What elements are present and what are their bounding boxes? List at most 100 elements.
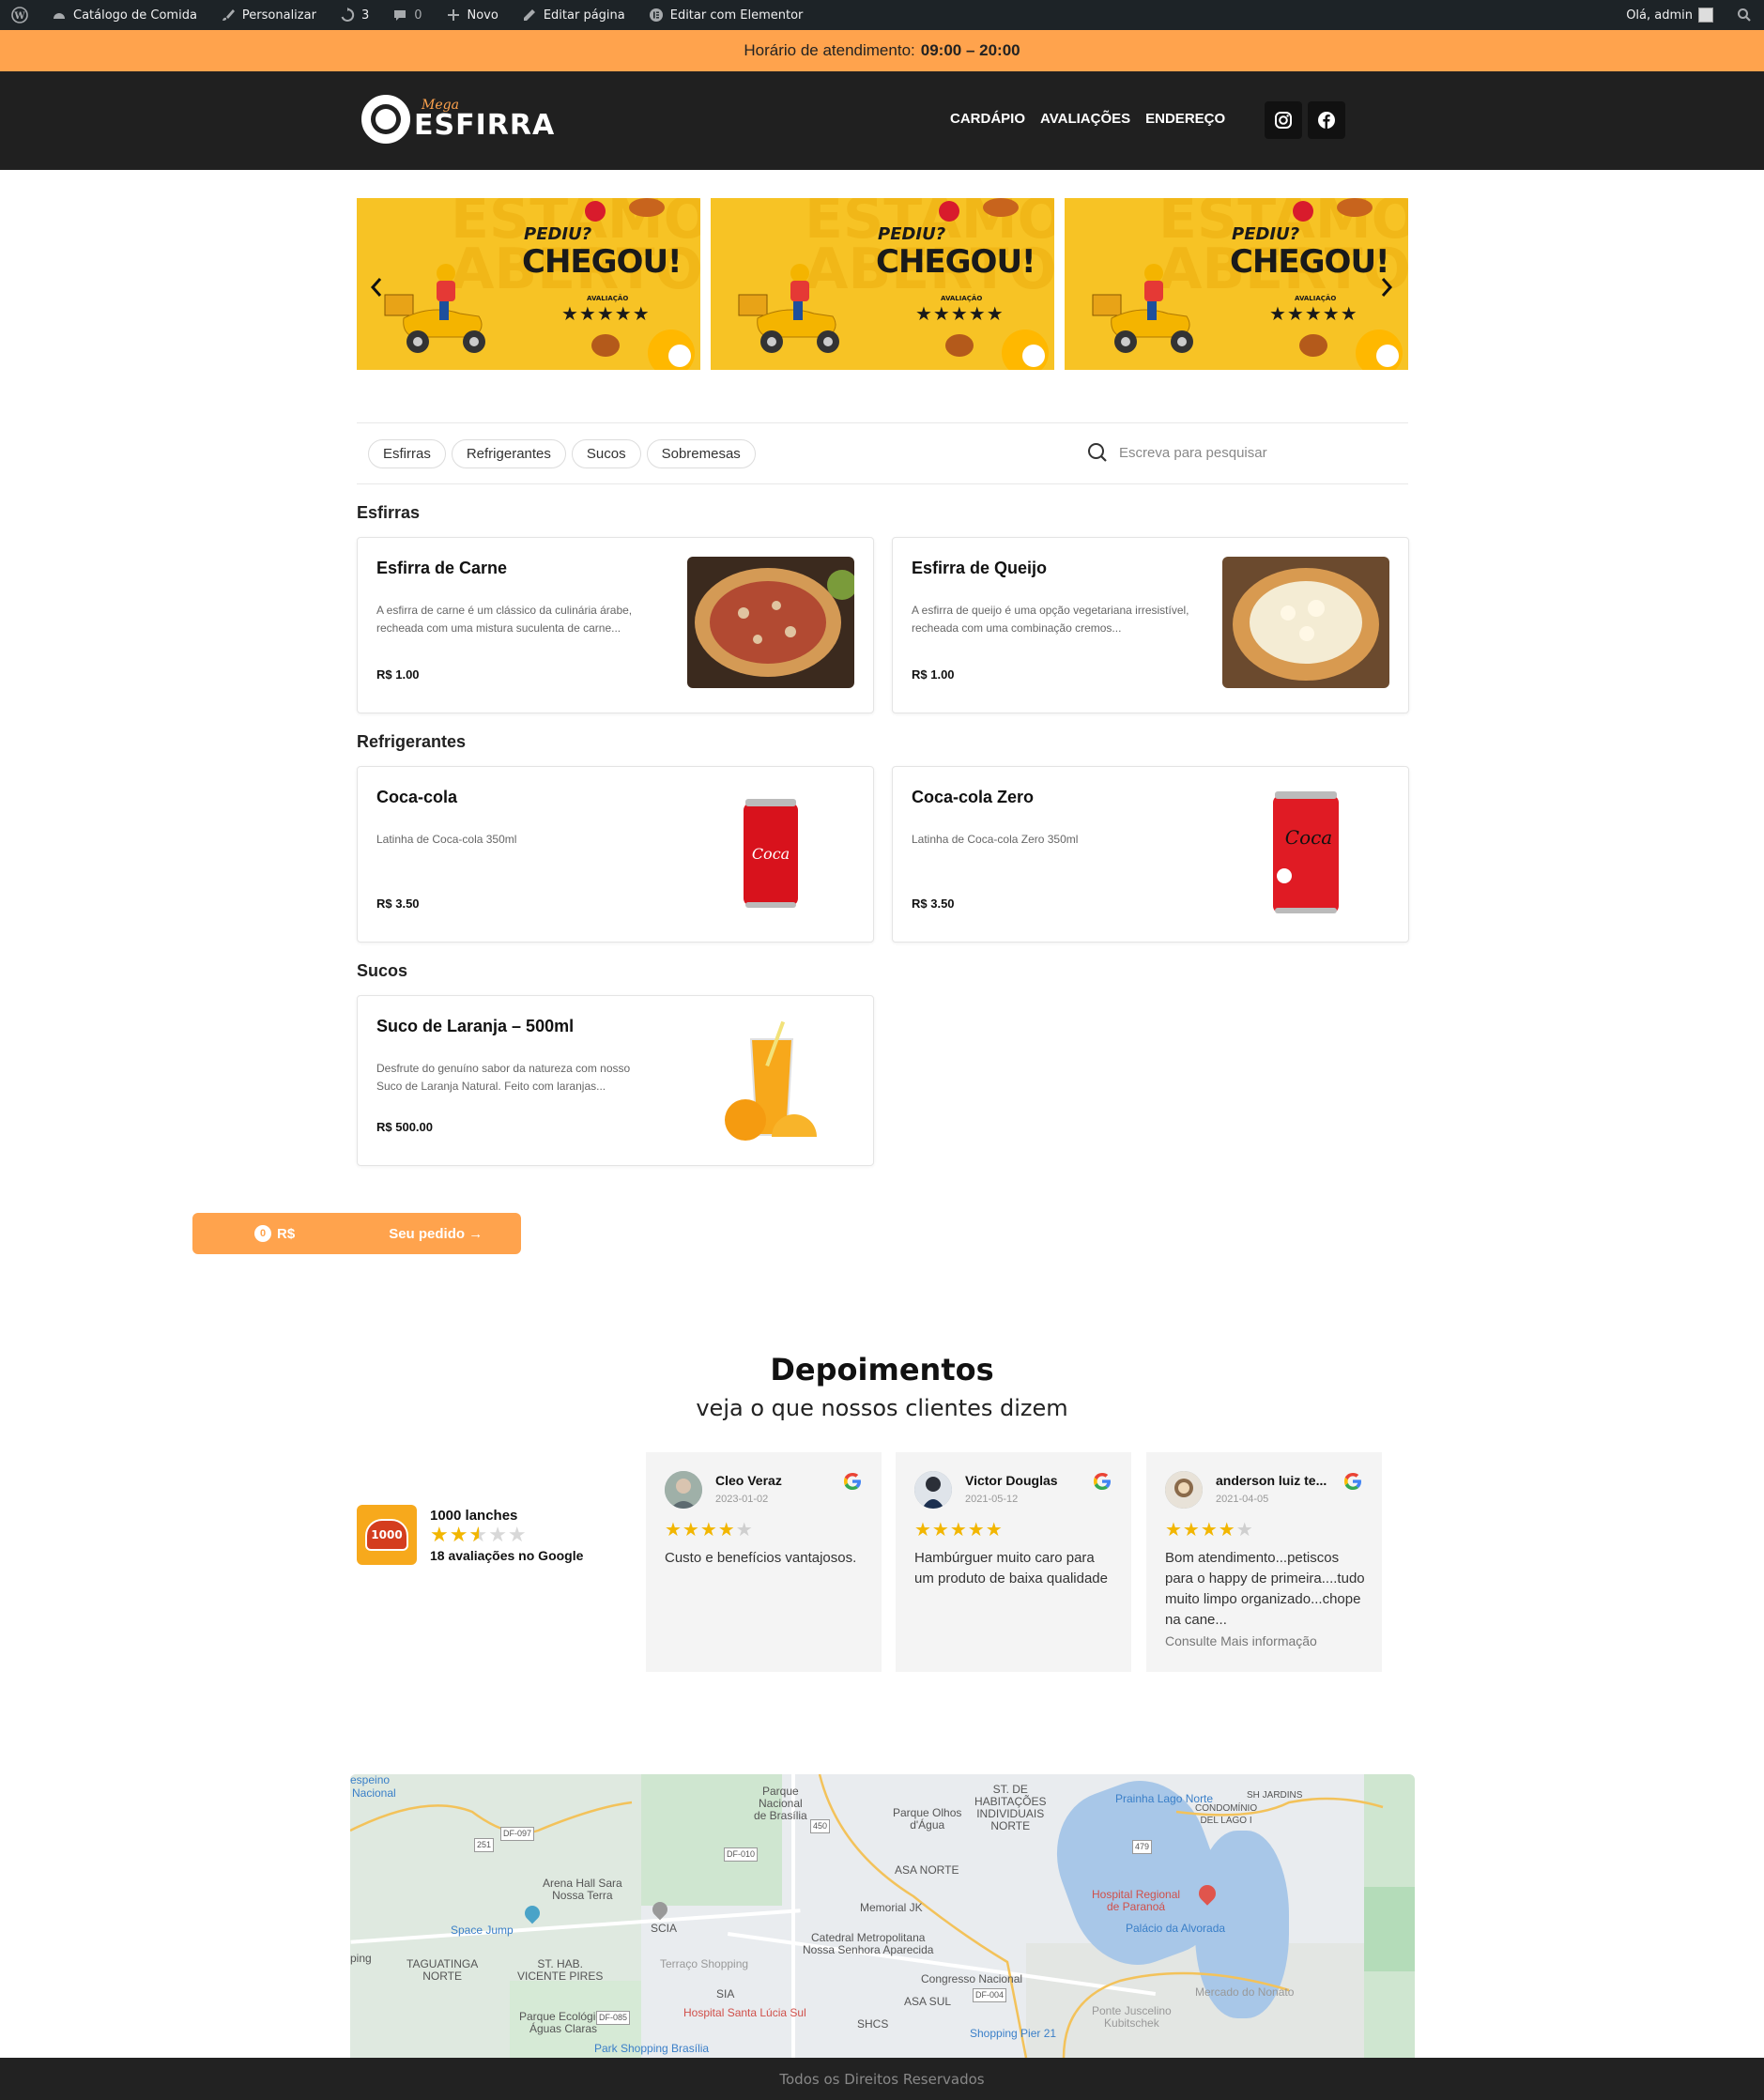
plate-graphic <box>1002 330 1049 370</box>
nav-item-endereco[interactable]: ENDEREÇO <box>1145 111 1225 127</box>
category-chip-sucos[interactable]: Sucos <box>571 438 641 468</box>
product-price: R$ 500.00 <box>376 1120 433 1134</box>
hours-label: Horário de atendimento: <box>744 41 915 59</box>
cart-button[interactable]: 0 R$ Seu pedido → <box>192 1213 521 1254</box>
review-date: 2023-01-02 <box>715 1494 769 1505</box>
product-image: Coca <box>687 786 854 917</box>
new-content-link[interactable]: Novo <box>434 0 510 30</box>
product-description: A esfirra de queijo é uma opção vegetari… <box>912 604 1189 635</box>
nav-item-avaliacoes[interactable]: AVALIAÇÕES <box>1040 111 1130 127</box>
review-stars: ★★★★★ <box>914 1518 1004 1541</box>
search-placeholder: Escreva para pesquisar <box>1119 444 1267 461</box>
category-chip-sobremesas[interactable]: Sobremesas <box>646 438 756 468</box>
carousel-next-button[interactable] <box>1380 277 1393 303</box>
cart-label: Seu pedido → <box>389 1225 483 1242</box>
location-map[interactable]: espeino Nacional Parque Nacional de Brasíl… <box>350 1774 1415 2058</box>
read-more-link[interactable]: Consulte Mais informação <box>1165 1633 1317 1648</box>
delivery-scooter-illustration <box>738 264 839 353</box>
my-account-link[interactable]: Olá, admin <box>1615 0 1725 30</box>
reviewer-name: Victor Douglas <box>965 1473 1058 1488</box>
burger-logo-icon: 1000 <box>365 1519 408 1551</box>
product-price: R$ 3.50 <box>912 897 955 911</box>
slide-stars: ★★★★★ <box>1269 302 1358 325</box>
esfirra-graphic <box>945 334 974 357</box>
site-name-link[interactable]: Catálogo de Comida <box>39 0 208 30</box>
svg-text:Coca: Coca <box>1285 826 1332 849</box>
updates-icon <box>339 7 356 23</box>
google-icon <box>1094 1473 1111 1490</box>
review-text: Bom atendimento...petiscos para o happy … <box>1165 1550 1365 1628</box>
carousel-slide[interactable]: ESTAMOSABERTOS PEDIU? CHEGOU! AVALIAÇÃO … <box>1065 198 1408 370</box>
slide-stars: ★★★★★ <box>915 302 1005 325</box>
instagram-button[interactable] <box>1265 101 1302 139</box>
carousel-slide[interactable]: ESTAMOSABERTOS PEDIU? CHEGOU! AVALIAÇÃO … <box>357 198 700 370</box>
nav-item-cardapio[interactable]: CARDÁPIO <box>950 111 1025 127</box>
hours-banner: Horário de atendimento: 09:00 – 20:00 <box>0 30 1764 71</box>
product-card[interactable]: Coca-cola Latinha de Coca-cola 350ml R$ … <box>357 766 874 943</box>
product-image <box>1222 557 1389 688</box>
updates-link[interactable]: 3 <box>328 0 380 30</box>
admin-bar: W Catálogo de Comida Personalizar 3 0 No… <box>0 0 1764 30</box>
main-nav: CARDÁPIO AVALIAÇÕES ENDEREÇO <box>950 111 1225 127</box>
cart-count-badge: 0 <box>254 1225 271 1242</box>
site-header: Mega ESFIRRA CARDÁPIO AVALIAÇÕES ENDEREÇ… <box>0 71 1764 170</box>
esfirra-graphic <box>1299 334 1327 357</box>
product-card[interactable]: Coca-cola Zero Latinha de Coca-cola Zero… <box>892 766 1409 943</box>
product-price: R$ 1.00 <box>912 667 955 682</box>
product-description: Desfrute do genuíno sabor da natureza co… <box>376 1062 631 1093</box>
edit-page-link[interactable]: Editar página <box>510 0 637 30</box>
new-label: Novo <box>467 8 499 23</box>
comments-link[interactable]: 0 <box>380 0 433 30</box>
instagram-icon <box>1275 112 1292 129</box>
customize-link[interactable]: Personalizar <box>208 0 328 30</box>
product-card[interactable]: Esfirra de Queijo A esfirra de queijo é … <box>892 537 1409 713</box>
esfirra-graphic <box>983 198 1019 217</box>
site-logo[interactable]: Mega ESFIRRA <box>361 95 555 144</box>
category-chip-esfirras[interactable]: Esfirras <box>368 438 446 468</box>
search-icon <box>1088 443 1107 462</box>
review-date: 2021-04-05 <box>1216 1494 1269 1505</box>
delivery-scooter-illustration <box>1092 264 1193 353</box>
edit-elementor-label: Editar com Elementor <box>669 8 804 23</box>
product-name: Esfirra de Queijo <box>912 559 1048 577</box>
tomato-graphic <box>1293 201 1313 222</box>
review-text: Hambúrguer muito caro para um produto de… <box>914 1550 1108 1586</box>
wordpress-logo-button[interactable]: W <box>0 0 39 30</box>
svg-text:Coca: Coca <box>752 845 790 863</box>
esfirra-graphic <box>1337 198 1373 217</box>
menu-search-input[interactable]: Escreva para pesquisar <box>1087 442 1267 463</box>
testimonials-subtitle: veja o que nossos clientes dizem <box>696 1395 1068 1421</box>
product-name: Esfirra de Carne <box>376 559 508 577</box>
chevron-right-icon <box>1381 278 1393 297</box>
business-review-count: 18 avaliações no Google <box>430 1547 584 1563</box>
testimonials-title: Depoimentos <box>770 1352 994 1387</box>
dashboard-icon <box>51 7 68 23</box>
chevron-left-icon <box>370 278 382 297</box>
carousel-prev-button[interactable] <box>370 277 383 303</box>
product-card[interactable]: Suco de Laranja – 500ml Desfrute do genu… <box>357 995 874 1166</box>
category-chip-refrigerantes[interactable]: Refrigerantes <box>451 438 566 468</box>
section-title-esfirras: Esfirras <box>357 503 421 522</box>
elementor-icon <box>648 7 665 23</box>
plate-graphic <box>648 330 695 370</box>
site-name: Catálogo de Comida <box>73 8 197 23</box>
review-card: Victor Douglas 2021-05-12 ★★★★★ Hambúrgu… <box>896 1452 1131 1672</box>
product-card[interactable]: Esfirra de Carne A esfirra de carne é um… <box>357 537 874 713</box>
facebook-button[interactable] <box>1308 101 1345 139</box>
plate-graphic <box>1356 330 1403 370</box>
edit-page-label: Editar página <box>543 8 625 23</box>
product-image: Coca <box>1222 786 1389 917</box>
admin-search-button[interactable] <box>1725 0 1764 30</box>
esfirra-graphic <box>591 334 620 357</box>
carousel-slide[interactable]: ESTAMOSABERTOS PEDIU? CHEGOU! AVALIAÇÃO … <box>711 198 1054 370</box>
product-image <box>687 557 854 688</box>
section-title-sucos: Sucos <box>357 961 408 980</box>
avatar <box>1698 8 1713 23</box>
slide-line1: PEDIU? <box>1232 224 1300 244</box>
reviewer-name: Cleo Veraz <box>715 1473 782 1488</box>
product-name: Coca-cola <box>376 788 458 806</box>
slide-line1: PEDIU? <box>878 224 946 244</box>
social-links <box>1265 101 1345 139</box>
edit-elementor-link[interactable]: Editar com Elementor <box>637 0 815 30</box>
cart-total: R$ <box>277 1225 296 1242</box>
